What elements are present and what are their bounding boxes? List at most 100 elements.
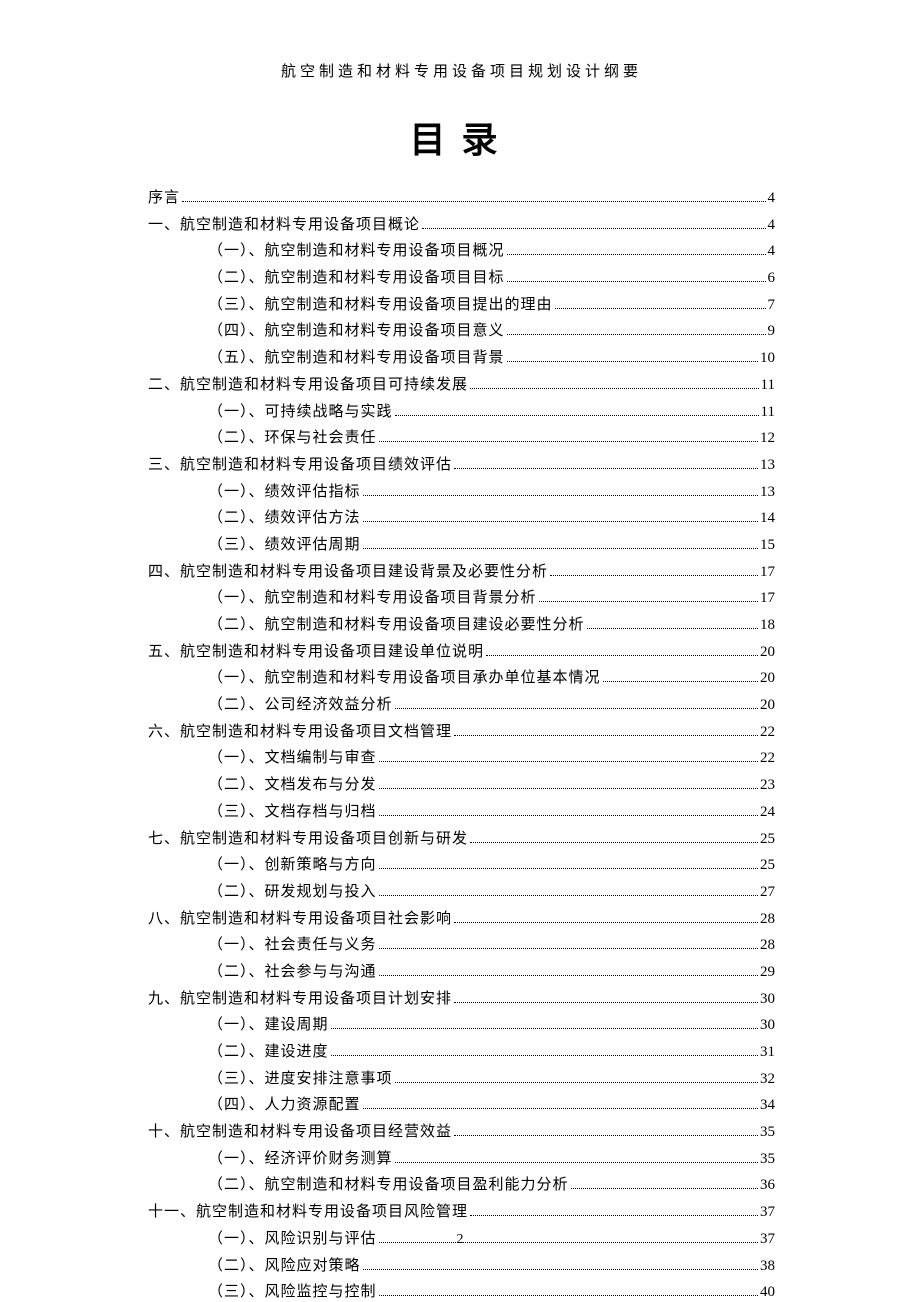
toc-entry-page: 34: [760, 1098, 775, 1113]
toc-entry[interactable]: （二）、文档发布与分发23: [208, 778, 775, 793]
toc-entry[interactable]: （四）、航空制造和材料专用设备项目意义9: [208, 324, 775, 339]
toc-title: 目录: [148, 111, 775, 163]
toc-entry[interactable]: 一、航空制造和材料专用设备项目概论4: [148, 218, 775, 233]
toc-entry[interactable]: （一）、绩效评估指标13: [208, 485, 775, 500]
toc-entry[interactable]: （二）、风险应对策略 38: [208, 1259, 775, 1274]
toc-entry[interactable]: （一）、可持续战略与实践11: [208, 405, 775, 420]
toc-entry[interactable]: 序言4: [148, 191, 775, 206]
toc-entry[interactable]: 五、航空制造和材料专用设备项目建设单位说明20: [148, 645, 775, 660]
toc-entry[interactable]: 四、航空制造和材料专用设备项目建设背景及必要性分析17: [148, 565, 775, 580]
toc-entry-label: （一）、经济评价财务测算: [208, 1152, 393, 1167]
toc-entry-page: 20: [760, 698, 775, 713]
toc-entry[interactable]: （二）、绩效评估方法14: [208, 511, 775, 526]
toc-entry[interactable]: 十、航空制造和材料专用设备项目经营效益35: [148, 1125, 775, 1140]
toc-leader-dots: [587, 628, 758, 629]
toc-entry-label: （三）、风险监控与控制: [208, 1285, 377, 1300]
toc-entry-label: （三）、文档存档与归档: [208, 805, 377, 820]
toc-entry[interactable]: （二）、航空制造和材料专用设备项目建设必要性分析18: [208, 618, 775, 633]
toc-entry[interactable]: （三）、进度安排注意事项 32: [208, 1072, 775, 1087]
toc-leader-dots: [454, 1002, 758, 1003]
toc-entry-page: 10: [760, 351, 775, 366]
toc-entry[interactable]: （一）、航空制造和材料专用设备项目概况4: [208, 244, 775, 259]
toc-leader-dots: [470, 388, 759, 389]
toc-leader-dots: [379, 895, 758, 896]
toc-entry-label: （二）、研发规划与投入: [208, 885, 377, 900]
toc-entry-page: 28: [760, 912, 775, 927]
toc-entry-label: （二）、环保与社会责任: [208, 431, 377, 446]
toc-entry[interactable]: （一）、航空制造和材料专用设备项目背景分析 17: [208, 591, 775, 606]
toc-leader-dots: [379, 788, 758, 789]
toc-entry-label: （二）、建设进度: [208, 1045, 329, 1060]
toc-leader-dots: [603, 681, 758, 682]
toc-entry[interactable]: 九、航空制造和材料专用设备项目计划安排30: [148, 992, 775, 1007]
toc-list: 序言4 一、航空制造和材料专用设备项目概论4 （一）、航空制造和材料专用设备项目概况…: [148, 191, 775, 1300]
toc-entry-page: 27: [760, 885, 775, 900]
toc-entry[interactable]: （二）、航空制造和材料专用设备项目目标 6: [208, 271, 775, 286]
toc-entry-page: 4: [768, 218, 776, 233]
toc-entry[interactable]: （二）、航空制造和材料专用设备项目盈利能力分析36: [208, 1178, 775, 1193]
toc-entry[interactable]: （二）、研发规划与投入 27: [208, 885, 775, 900]
toc-entry[interactable]: （一）、建设周期30: [208, 1018, 775, 1033]
toc-entry-page: 25: [760, 858, 775, 873]
toc-entry-page: 36: [760, 1178, 775, 1193]
toc-entry-page: 17: [760, 565, 775, 580]
toc-entry-page: 6: [768, 271, 776, 286]
toc-entry-page: 31: [760, 1045, 775, 1060]
toc-leader-dots: [454, 735, 758, 736]
toc-entry-label: （二）、风险应对策略: [208, 1259, 361, 1274]
toc-entry[interactable]: （一）、经济评价财务测算 35: [208, 1152, 775, 1167]
toc-entry-label: （二）、航空制造和材料专用设备项目目标: [208, 271, 505, 286]
toc-leader-dots: [395, 1162, 758, 1163]
toc-entry-page: 38: [760, 1259, 775, 1274]
toc-entry-page: 29: [760, 965, 775, 980]
toc-entry-label: （一）、航空制造和材料专用设备项目承办单位基本情况: [208, 671, 601, 686]
toc-entry-page: 9: [768, 324, 776, 339]
toc-entry-page: 32: [760, 1072, 775, 1087]
toc-entry[interactable]: （三）、航空制造和材料专用设备项目提出的理由7: [208, 298, 775, 313]
toc-entry-label: （一）、建设周期: [208, 1018, 329, 1033]
toc-entry-page: 22: [760, 725, 775, 740]
toc-entry[interactable]: 七、航空制造和材料专用设备项目创新与研发25: [148, 832, 775, 847]
toc-entry-label: 三、航空制造和材料专用设备项目绩效评估: [148, 458, 452, 473]
toc-leader-dots: [363, 548, 758, 549]
toc-entry[interactable]: 十一、航空制造和材料专用设备项目风险管理37: [148, 1205, 775, 1220]
toc-entry[interactable]: （一）、社会责任与义务28: [208, 938, 775, 953]
toc-entry[interactable]: （三）、文档存档与归档24: [208, 805, 775, 820]
toc-entry[interactable]: 二、航空制造和材料专用设备项目可持续发展11: [148, 378, 775, 393]
toc-entry-label: （一）、航空制造和材料专用设备项目背景分析: [208, 591, 537, 606]
toc-entry-page: 20: [760, 645, 775, 660]
toc-entry[interactable]: （二）、社会参与与沟通 29: [208, 965, 775, 980]
toc-entry-page: 18: [760, 618, 775, 633]
toc-entry[interactable]: （二）、建设进度 31: [208, 1045, 775, 1060]
toc-entry-page: 14: [760, 511, 775, 526]
toc-entry-page: 23: [760, 778, 775, 793]
toc-entry[interactable]: （二）、公司经济效益分析20: [208, 698, 775, 713]
toc-entry-page: 17: [760, 591, 775, 606]
toc-entry-label: 九、航空制造和材料专用设备项目计划安排: [148, 992, 452, 1007]
toc-leader-dots: [507, 361, 758, 362]
toc-entry[interactable]: （一）、航空制造和材料专用设备项目承办单位基本情况20: [208, 671, 775, 686]
toc-entry-label: （三）、进度安排注意事项: [208, 1072, 393, 1087]
toc-leader-dots: [379, 975, 758, 976]
toc-entry-page: 35: [760, 1152, 775, 1167]
toc-leader-dots: [182, 201, 765, 202]
toc-entry[interactable]: 八、航空制造和材料专用设备项目社会影响28: [148, 912, 775, 927]
toc-entry[interactable]: 六、航空制造和材料专用设备项目文档管理22: [148, 725, 775, 740]
toc-entry[interactable]: （五）、航空制造和材料专用设备项目背景10: [208, 351, 775, 366]
toc-entry[interactable]: （一）、创新策略与方向25: [208, 858, 775, 873]
toc-leader-dots: [422, 228, 765, 229]
toc-entry[interactable]: （二）、环保与社会责任12: [208, 431, 775, 446]
toc-entry-page: 11: [761, 378, 775, 393]
toc-entry[interactable]: （四）、人力资源配置34: [208, 1098, 775, 1113]
toc-entry[interactable]: （三）、绩效评估周期15: [208, 538, 775, 553]
toc-entry[interactable]: （三）、风险监控与控制40: [208, 1285, 775, 1300]
toc-entry-page: 15: [760, 538, 775, 553]
toc-entry-page: 22: [760, 751, 775, 766]
toc-leader-dots: [550, 575, 758, 576]
toc-entry[interactable]: 三、航空制造和材料专用设备项目绩效评估13: [148, 458, 775, 473]
toc-entry[interactable]: （一）、文档编制与审查22: [208, 751, 775, 766]
toc-leader-dots: [363, 1108, 758, 1109]
toc-leader-dots: [379, 868, 758, 869]
toc-entry-label: （二）、社会参与与沟通: [208, 965, 377, 980]
toc-leader-dots: [507, 254, 766, 255]
